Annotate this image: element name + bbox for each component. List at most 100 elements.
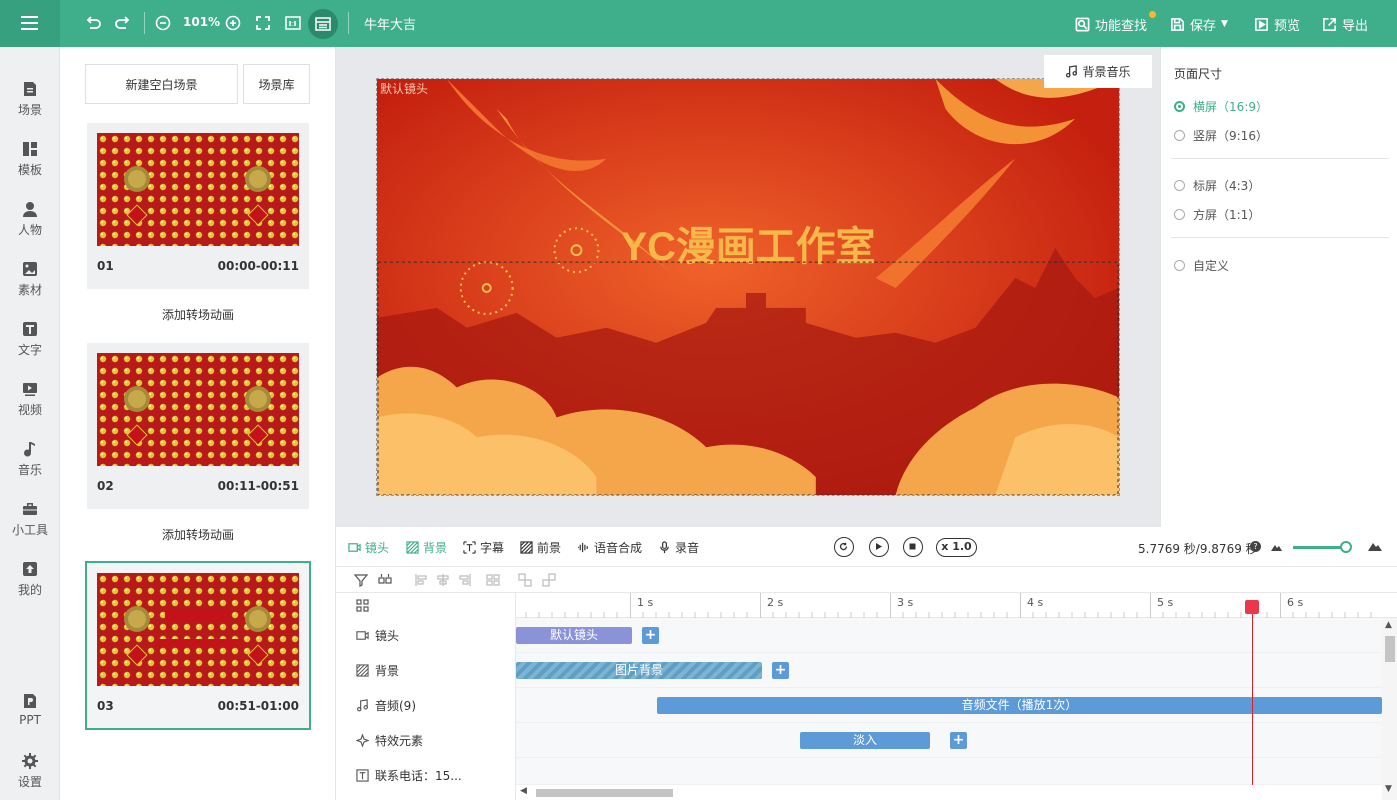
horizontal-scrollbar[interactable]: ◀: [516, 785, 1382, 800]
nav-video[interactable]: 视频: [0, 380, 60, 430]
page-size-option-4-3[interactable]: 标屏（4:3）: [1174, 177, 1260, 194]
timeline-track-labels: 镜头 背景 音频(9) 特效元素 联系电话：15...: [336, 593, 516, 800]
nav-music[interactable]: 音乐: [0, 440, 60, 490]
actual-size-icon[interactable]: [284, 14, 302, 32]
scene-time-range: 00:51-01:00: [217, 699, 299, 713]
replay-button[interactable]: [834, 537, 854, 557]
new-blank-scene-button[interactable]: 新建空白场景: [85, 64, 238, 104]
scene-card-02[interactable]: 02 00:11-00:51: [87, 343, 309, 509]
track-label-audio[interactable]: 音频(9): [356, 688, 416, 723]
track-label-effects[interactable]: 特效元素: [356, 723, 423, 758]
nav-text[interactable]: 文字: [0, 320, 60, 370]
distribute-icon[interactable]: [486, 573, 500, 587]
zoom-out-icon[interactable]: [154, 14, 172, 32]
tab-record[interactable]: 录音: [658, 539, 699, 556]
zoom-level: 101%: [183, 15, 221, 29]
tab-foreground[interactable]: 前景: [520, 539, 561, 556]
page-size-option-16-9[interactable]: 横屏（16:9）: [1174, 98, 1268, 115]
fullscreen-icon[interactable]: [254, 14, 272, 32]
scene-card-01[interactable]: 01 00:00-00:11: [87, 123, 309, 289]
undo-icon[interactable]: [84, 14, 102, 32]
vertical-scrollbar[interactable]: ▲ ▼: [1382, 618, 1397, 800]
page-size-option-custom[interactable]: 自定义: [1174, 257, 1229, 274]
track-label-text-phone[interactable]: 联系电话：15...: [356, 758, 462, 793]
zoom-in-icon[interactable]: [224, 14, 242, 32]
select-all-icon[interactable]: [378, 573, 392, 587]
ungroup-icon[interactable]: [542, 573, 556, 587]
music-note-icon: [1066, 65, 1078, 78]
add-transition-link[interactable]: 添加转场动画: [60, 306, 336, 323]
filter-icon[interactable]: [354, 573, 368, 587]
waveform-icon: [577, 542, 588, 553]
save-button[interactable]: 保存 ▼: [1170, 14, 1228, 34]
help-icon[interactable]: ?: [1250, 541, 1261, 552]
nav-person[interactable]: 人物: [0, 200, 60, 250]
clip-fade-in[interactable]: 淡入: [800, 732, 930, 749]
scene-card-03[interactable]: 03 00:51-01:00: [85, 561, 311, 730]
horizontal-scroll-thumb[interactable]: [536, 789, 673, 797]
stop-button[interactable]: [903, 537, 923, 557]
align-left-icon[interactable]: [414, 573, 428, 587]
top-bar: 101% 牛年大吉 功能查找 保存 ▼ 预览 导出: [0, 0, 1397, 47]
align-center-icon[interactable]: [436, 573, 450, 587]
track-label-background[interactable]: 背景: [356, 653, 399, 688]
nav-template[interactable]: 模板: [0, 140, 60, 190]
page-size-title: 页面尺寸: [1174, 67, 1223, 81]
export-button[interactable]: 导出: [1322, 14, 1368, 34]
text-icon: [356, 769, 369, 782]
feature-search-button[interactable]: 功能查找: [1075, 14, 1147, 34]
nav-mine[interactable]: 我的: [0, 560, 60, 610]
add-camera-button[interactable]: +: [642, 627, 659, 644]
tab-camera[interactable]: 镜头: [348, 539, 389, 556]
mountain-small-icon[interactable]: [1271, 542, 1282, 551]
playhead-line[interactable]: [1252, 601, 1253, 786]
track-label-text: 特效元素: [375, 734, 424, 748]
safe-frame-icon[interactable]: [308, 9, 338, 39]
timeline-zoom-knob[interactable]: [1340, 541, 1352, 553]
nav-ppt[interactable]: PPT: [0, 692, 60, 742]
add-background-button[interactable]: +: [772, 662, 789, 679]
scene-number: 03: [97, 699, 114, 713]
tab-background[interactable]: 背景: [406, 539, 447, 556]
ruler-label: 6 s: [1287, 596, 1304, 609]
ruler-label: 1 s: [637, 596, 654, 609]
scene-time-range: 00:11-00:51: [217, 479, 299, 493]
group-icon[interactable]: [518, 573, 532, 587]
play-button[interactable]: [869, 537, 889, 557]
scroll-down-icon[interactable]: ▼: [1385, 784, 1392, 794]
preview-button[interactable]: 预览: [1254, 14, 1300, 34]
clip-image-background[interactable]: 图片背景: [516, 662, 762, 679]
playback-speed[interactable]: x 1.0: [936, 538, 977, 557]
track-label-camera[interactable]: 镜头: [356, 618, 399, 653]
scroll-left-icon[interactable]: ◀: [520, 786, 527, 796]
nav-settings[interactable]: 设置: [0, 752, 60, 800]
project-name[interactable]: 牛年大吉: [364, 14, 416, 33]
page-size-option-1-1[interactable]: 方屏（1:1）: [1174, 206, 1260, 223]
add-transition-link[interactable]: 添加转场动画: [60, 526, 336, 543]
mountain-large-icon[interactable]: [1368, 540, 1382, 551]
nav-scene-label: 场景: [17, 103, 42, 117]
scroll-up-icon[interactable]: ▲: [1385, 620, 1392, 630]
redo-icon[interactable]: [114, 14, 132, 32]
video-icon: [23, 383, 37, 396]
scene-stage[interactable]: YC漫画工作室: [376, 78, 1120, 496]
nav-scene[interactable]: 场景: [0, 80, 60, 130]
tab-subtitle[interactable]: 字幕: [463, 539, 504, 556]
nav-material[interactable]: 素材: [0, 260, 60, 310]
timeline-ruler[interactable]: 1 s 2 s 3 s 4 s 5 s 6 s: [516, 593, 1397, 618]
page-size-option-9-16[interactable]: 竖屏（9:16）: [1174, 127, 1268, 144]
hamburger-menu-icon[interactable]: [0, 0, 60, 47]
add-effect-button[interactable]: +: [950, 732, 967, 749]
clip-audio-file[interactable]: 音频文件（播放1次）: [657, 697, 1382, 714]
layout-grid-icon[interactable]: [356, 599, 369, 612]
align-right-icon[interactable]: [458, 573, 472, 587]
scene-thumbnail: [97, 133, 299, 246]
background-music-button[interactable]: 背景音乐: [1044, 55, 1152, 88]
scene-library-button[interactable]: 场景库: [243, 64, 310, 104]
vertical-scroll-thumb[interactable]: [1385, 636, 1395, 662]
playhead-handle[interactable]: [1245, 600, 1259, 614]
nav-toolbox[interactable]: 小工具: [0, 500, 60, 550]
material-icon: [23, 262, 37, 276]
clip-default-camera[interactable]: 默认镜头: [516, 627, 632, 644]
tab-tts[interactable]: 语音合成: [577, 539, 642, 556]
